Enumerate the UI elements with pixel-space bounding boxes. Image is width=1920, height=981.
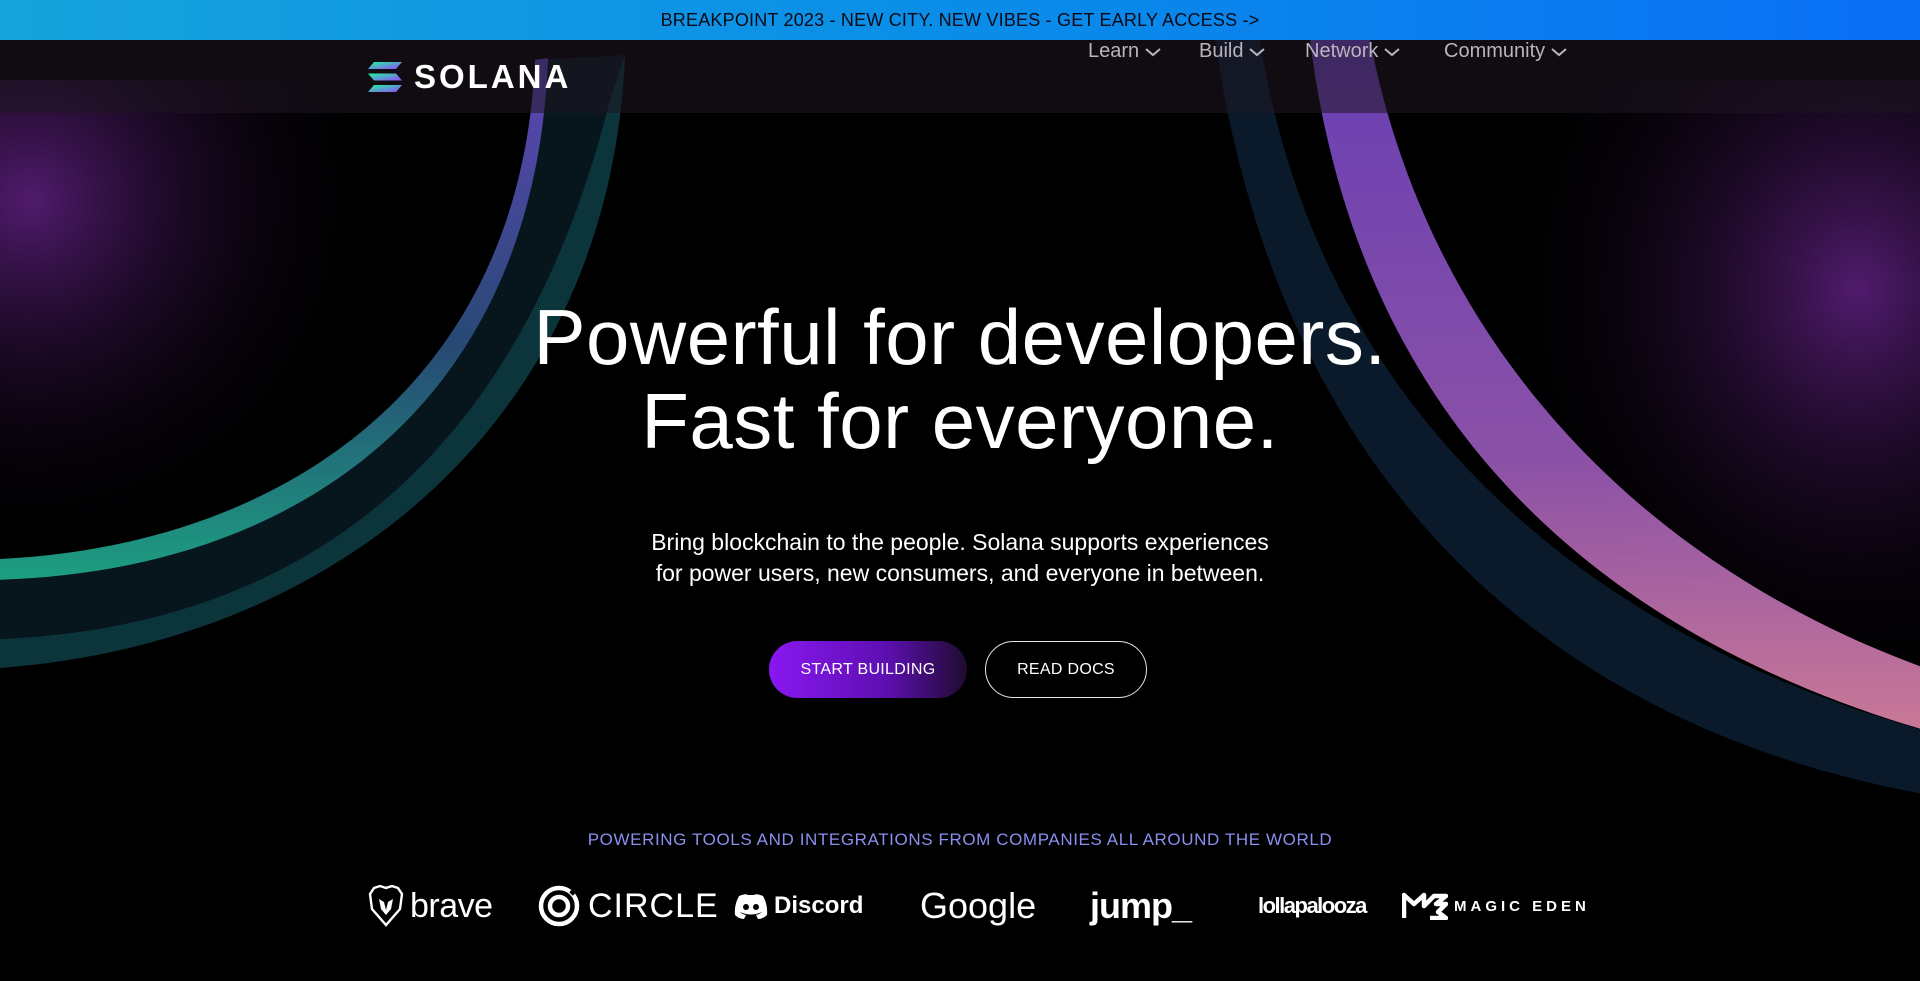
chevron-down-icon xyxy=(1384,47,1401,56)
lollapalooza-wordmark: lollapalooza xyxy=(1258,893,1367,918)
partner-logo-circle: CIRCLE xyxy=(538,880,719,932)
circle-wordmark: CIRCLE xyxy=(588,886,719,925)
brave-lion-icon xyxy=(368,885,404,927)
brand-name: SOLANA xyxy=(414,58,572,95)
partner-logo-lollapalooza: lollapalooza xyxy=(1258,880,1367,932)
partners-heading: POWERING TOOLS AND INTEGRATIONS FROM COM… xyxy=(587,830,1333,849)
announcement-banner[interactable]: BREAKPOINT 2023 - NEW CITY. NEW VIBES - … xyxy=(0,0,1920,40)
partner-logo-google: Google xyxy=(920,880,1036,932)
partner-logo-brave: brave xyxy=(368,880,493,932)
subtitle-line-2: for power users, new consumers, and ever… xyxy=(655,560,1265,586)
discord-icon xyxy=(734,894,768,919)
nav-label: Build xyxy=(1199,40,1244,62)
nav-item-learn[interactable]: Learn xyxy=(1088,40,1161,63)
read-docs-button[interactable]: READ DOCS xyxy=(985,641,1147,698)
headline-line-1: Powerful for developers. xyxy=(533,293,1387,381)
hero-headline: Powerful for developers. Fast for everyo… xyxy=(0,295,1920,463)
nav-label: Community xyxy=(1444,40,1546,62)
chevron-down-icon xyxy=(1249,47,1266,56)
nav-label: Learn xyxy=(1088,40,1140,62)
hero-subtitle: Bring blockchain to the people. Solana s… xyxy=(0,527,1920,589)
chevron-down-icon xyxy=(1145,47,1161,56)
partner-logo-discord: Discord xyxy=(734,880,863,932)
headline-line-2: Fast for everyone. xyxy=(641,377,1279,465)
magic-eden-wordmark: MAGIC EDEN xyxy=(1454,897,1590,915)
solana-logo[interactable]: SOLANA xyxy=(368,58,572,95)
chevron-down-icon xyxy=(1551,47,1567,56)
partner-logos: brave CIRCLE Discord Google jump_ lollap… xyxy=(0,880,1920,932)
magic-eden-icon xyxy=(1402,892,1448,920)
google-wordmark: Google xyxy=(920,885,1037,926)
subtitle-line-1: Bring blockchain to the people. Solana s… xyxy=(651,529,1269,555)
start-building-button[interactable]: START BUILDING xyxy=(769,641,967,698)
nav-item-community[interactable]: Community xyxy=(1444,40,1567,63)
discord-wordmark: Discord xyxy=(774,892,864,919)
partner-logo-magic-eden: MAGIC EDEN xyxy=(1402,880,1590,932)
nav-label: Network xyxy=(1305,40,1379,62)
jump-wordmark: jump_ xyxy=(1090,885,1192,926)
circle-logo-icon xyxy=(538,885,580,927)
banner-text: BREAKPOINT 2023 - NEW CITY. NEW VIBES - … xyxy=(660,9,1260,30)
partner-logo-jump: jump_ xyxy=(1090,880,1192,932)
top-navigation: SOLANA Learn Build Network Community xyxy=(0,40,1920,113)
nav-item-network[interactable]: Network xyxy=(1305,40,1401,63)
brave-wordmark: brave xyxy=(410,886,493,925)
solana-logo-icon xyxy=(368,62,402,92)
nav-item-build[interactable]: Build xyxy=(1199,40,1266,63)
